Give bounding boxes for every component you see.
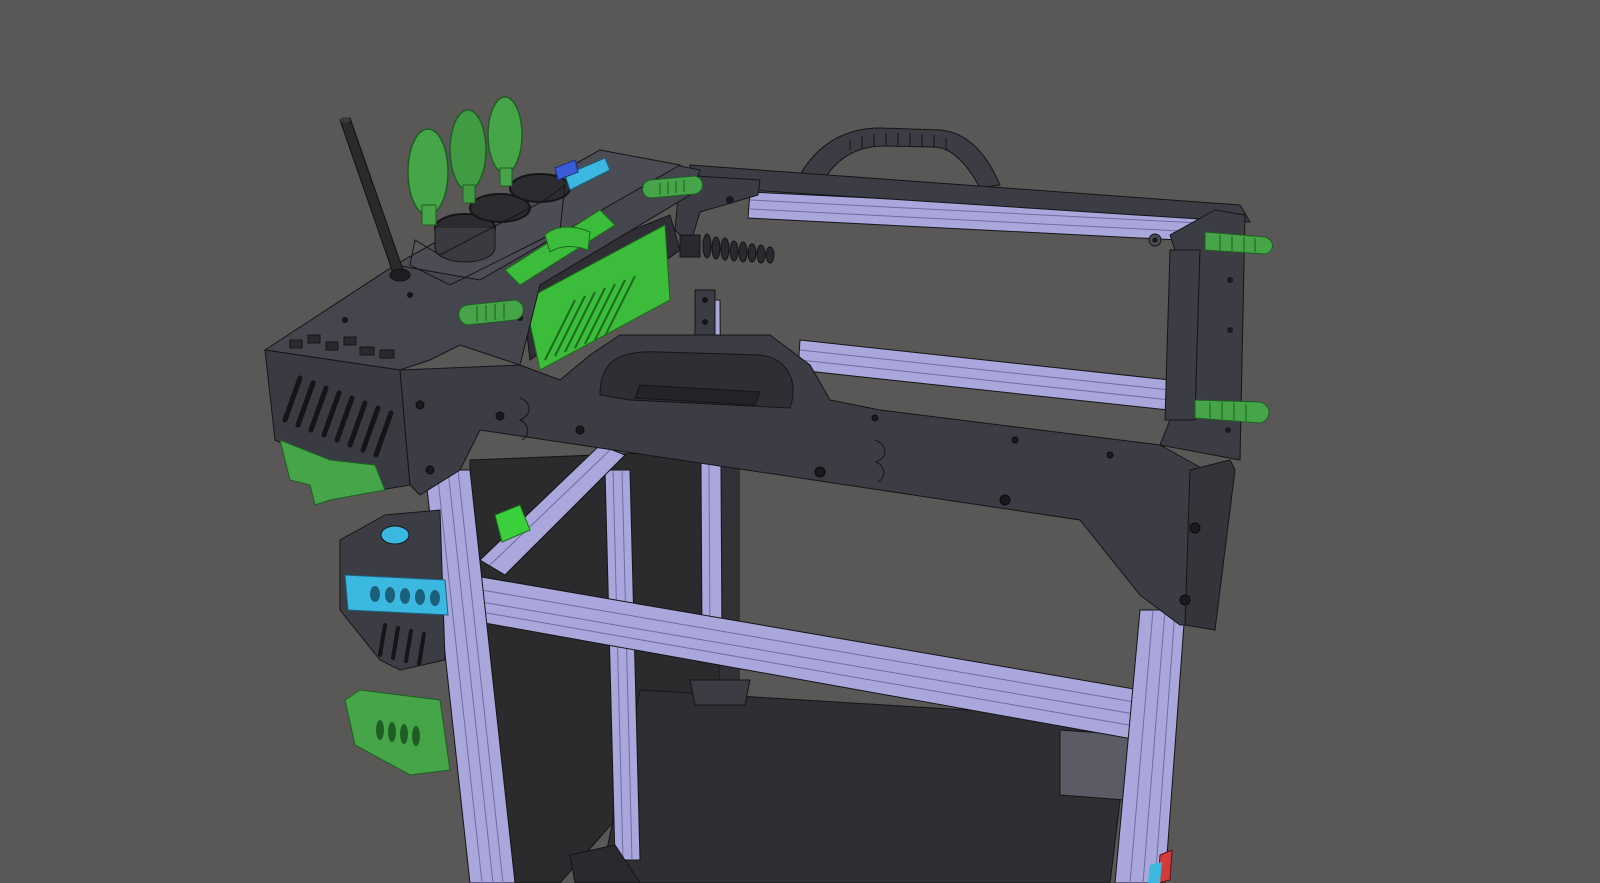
right-rear-vertical-frame <box>1164 249 1201 421</box>
side-top-extrusion <box>797 339 1171 411</box>
rear-corner-bracket <box>694 289 716 336</box>
connector-housing-block <box>339 509 449 671</box>
cable-drag-spring <box>679 233 775 264</box>
model-scene[interactable] <box>0 0 1600 883</box>
cad-3d-viewport[interactable] <box>0 0 1600 883</box>
antenna <box>339 117 411 282</box>
green-bottom-bracket <box>344 689 451 776</box>
